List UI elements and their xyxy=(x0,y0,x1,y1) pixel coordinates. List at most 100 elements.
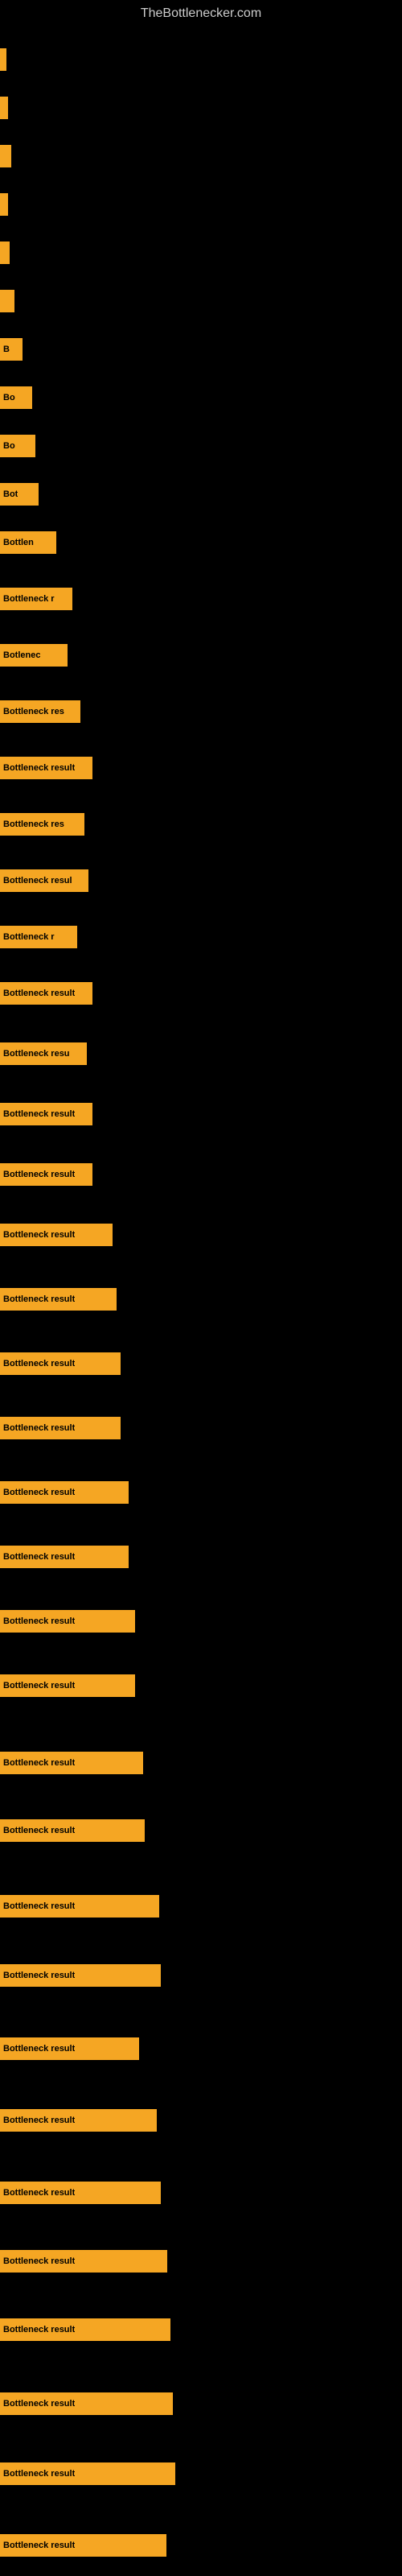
bar-row: B xyxy=(0,338,23,361)
bar-label: Bottleneck result xyxy=(3,2469,75,2479)
bar: Bottleneck result xyxy=(0,2037,139,2060)
bar-row: Bottleneck result xyxy=(0,1224,113,1246)
bar-row: Bottleneck result xyxy=(0,982,92,1005)
bar: Bottleneck result xyxy=(0,1895,159,1918)
bar: Bottleneck r xyxy=(0,588,72,610)
bar-row: Bottleneck result xyxy=(0,1163,92,1186)
bar-row: Bottleneck result xyxy=(0,2109,157,2132)
bar-label: Bottleneck result xyxy=(3,1230,75,1240)
bar-row: Bottleneck result xyxy=(0,1417,121,1439)
bar-row: Bottleneck result xyxy=(0,2534,166,2557)
bar-label: Bottleneck result xyxy=(3,1971,75,1980)
bar-label: Bottleneck res xyxy=(3,707,64,716)
bar xyxy=(0,48,6,71)
bar: Bottleneck result xyxy=(0,1352,121,1375)
bar-row xyxy=(0,48,6,71)
bar-label: Bo xyxy=(3,393,15,402)
bar-label: Bottleneck result xyxy=(3,1681,75,1690)
bar-row: Bottleneck res xyxy=(0,813,84,836)
bar-label: Bottleneck result xyxy=(3,1359,75,1368)
bar-row: Bottleneck result xyxy=(0,1481,129,1504)
bar-row: Bo xyxy=(0,435,35,457)
bar-label: Bo xyxy=(3,441,15,451)
bar: Bottleneck result xyxy=(0,2392,173,2415)
bar-row: Bottleneck result xyxy=(0,1352,121,1375)
bar-row: Botlenec xyxy=(0,644,68,667)
bar: Bottleneck result xyxy=(0,1610,135,1633)
bar-row: Bottleneck resul xyxy=(0,869,88,892)
bar-row: Bottleneck result xyxy=(0,2037,139,2060)
bar-row: Bottleneck result xyxy=(0,2392,173,2415)
bar-row xyxy=(0,290,14,312)
bar-label: Bottleneck result xyxy=(3,1758,75,1768)
bar-label: Bottleneck result xyxy=(3,1488,75,1497)
bar-row xyxy=(0,145,11,167)
bar: Bottleneck r xyxy=(0,926,77,948)
bar xyxy=(0,193,8,216)
bar-label: Bottleneck result xyxy=(3,2044,75,2054)
bar: Bottleneck result xyxy=(0,1964,161,1987)
bar: Bottleneck result xyxy=(0,1417,121,1439)
bar xyxy=(0,290,14,312)
bar-row: Bo xyxy=(0,386,32,409)
bar-label: Bottleneck result xyxy=(3,763,75,773)
bar-row: Bottleneck result xyxy=(0,1819,145,1842)
bar: Bo xyxy=(0,386,32,409)
bar-label: Bottleneck result xyxy=(3,2188,75,2198)
bar: Bottleneck res xyxy=(0,700,80,723)
bar-label: Bottleneck result xyxy=(3,2399,75,2409)
bar-row: Bottleneck resu xyxy=(0,1042,87,1065)
bar-label: Bottleneck result xyxy=(3,1294,75,1304)
bar: B xyxy=(0,338,23,361)
bar-label: Bottleneck result xyxy=(3,1616,75,1626)
site-title: TheBottlenecker.com xyxy=(0,0,402,27)
bar-row: Bottleneck result xyxy=(0,1674,135,1697)
bar: Botlenec xyxy=(0,644,68,667)
bar-row: Bottleneck result xyxy=(0,1752,143,1774)
bar: Bottleneck result xyxy=(0,1481,129,1504)
bar: Bottleneck result xyxy=(0,1819,145,1842)
bar: Bottlen xyxy=(0,531,56,554)
bar-row: Bottleneck res xyxy=(0,700,80,723)
bar xyxy=(0,145,11,167)
bar-row: Bottleneck result xyxy=(0,1103,92,1125)
bar-row xyxy=(0,193,8,216)
bar-row: Bottlen xyxy=(0,531,56,554)
bar-label: Bottleneck result xyxy=(3,2541,75,2550)
bar-label: Botlenec xyxy=(3,650,40,660)
bar-label: Bottleneck r xyxy=(3,932,55,942)
bar-label: Bottleneck r xyxy=(3,594,55,604)
bar-row xyxy=(0,242,10,264)
bar-row: Bottleneck result xyxy=(0,1610,135,1633)
bar-row: Bottleneck result xyxy=(0,1895,159,1918)
bar-label: Bottleneck result xyxy=(3,1552,75,1562)
bar-label: Bottleneck result xyxy=(3,989,75,998)
bar-row: Bottleneck result xyxy=(0,2250,167,2273)
bar-label: Bottleneck result xyxy=(3,2116,75,2125)
bar xyxy=(0,97,8,119)
bar-row: Bottleneck result xyxy=(0,1964,161,1987)
bar-row xyxy=(0,97,8,119)
bar: Bottleneck result xyxy=(0,2534,166,2557)
bar-label: Bottleneck result xyxy=(3,2325,75,2334)
bar: Bo xyxy=(0,435,35,457)
bar: Bottleneck result xyxy=(0,2182,161,2204)
bar-label: Bottleneck res xyxy=(3,819,64,829)
bar: Bottleneck result xyxy=(0,2462,175,2485)
bar: Bottleneck result xyxy=(0,1163,92,1186)
bar-label: Bottleneck resul xyxy=(3,876,72,886)
bar: Bottleneck result xyxy=(0,2318,170,2341)
bar: Bottleneck result xyxy=(0,1674,135,1697)
bar: Bottleneck result xyxy=(0,1546,129,1568)
bar-row: Bottleneck result xyxy=(0,2318,170,2341)
bar-label: Bot xyxy=(3,489,18,499)
bar-label: Bottleneck result xyxy=(3,1423,75,1433)
bar-row: Bottleneck result xyxy=(0,2462,175,2485)
bar: Bottleneck res xyxy=(0,813,84,836)
bar: Bottleneck resu xyxy=(0,1042,87,1065)
bar-label: Bottleneck result xyxy=(3,2256,75,2266)
bar: Bottleneck result xyxy=(0,1288,117,1311)
bar: Bottleneck result xyxy=(0,1103,92,1125)
bar: Bottleneck result xyxy=(0,757,92,779)
bar-label: Bottleneck result xyxy=(3,1901,75,1911)
